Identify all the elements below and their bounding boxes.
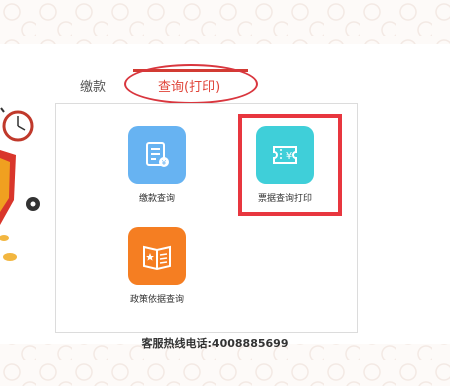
tile-label: 缴款查询 <box>138 194 175 204</box>
tile-label: 政策依据查询 <box>129 295 184 305</box>
tab-highlight-circle <box>124 64 258 104</box>
tile-policy-query[interactable]: 政策依据查询 <box>109 227 205 306</box>
customer-service-hotline: 客服热线电话:4008885699 <box>141 337 289 350</box>
policy-icon-box <box>128 227 186 285</box>
decorative-illustration <box>0 100 50 270</box>
payment-query-icon-box: ¥ <box>128 126 186 184</box>
tile-payment-query[interactable]: ¥ 缴款查询 <box>109 126 205 205</box>
tab-payment[interactable]: 缴款 <box>80 79 106 97</box>
svg-text:¥: ¥ <box>162 159 167 167</box>
clock-shield-illustration-icon <box>0 107 40 261</box>
policy-book-icon <box>143 245 171 271</box>
document-search-icon: ¥ <box>146 142 169 167</box>
highlight-box <box>238 114 342 216</box>
